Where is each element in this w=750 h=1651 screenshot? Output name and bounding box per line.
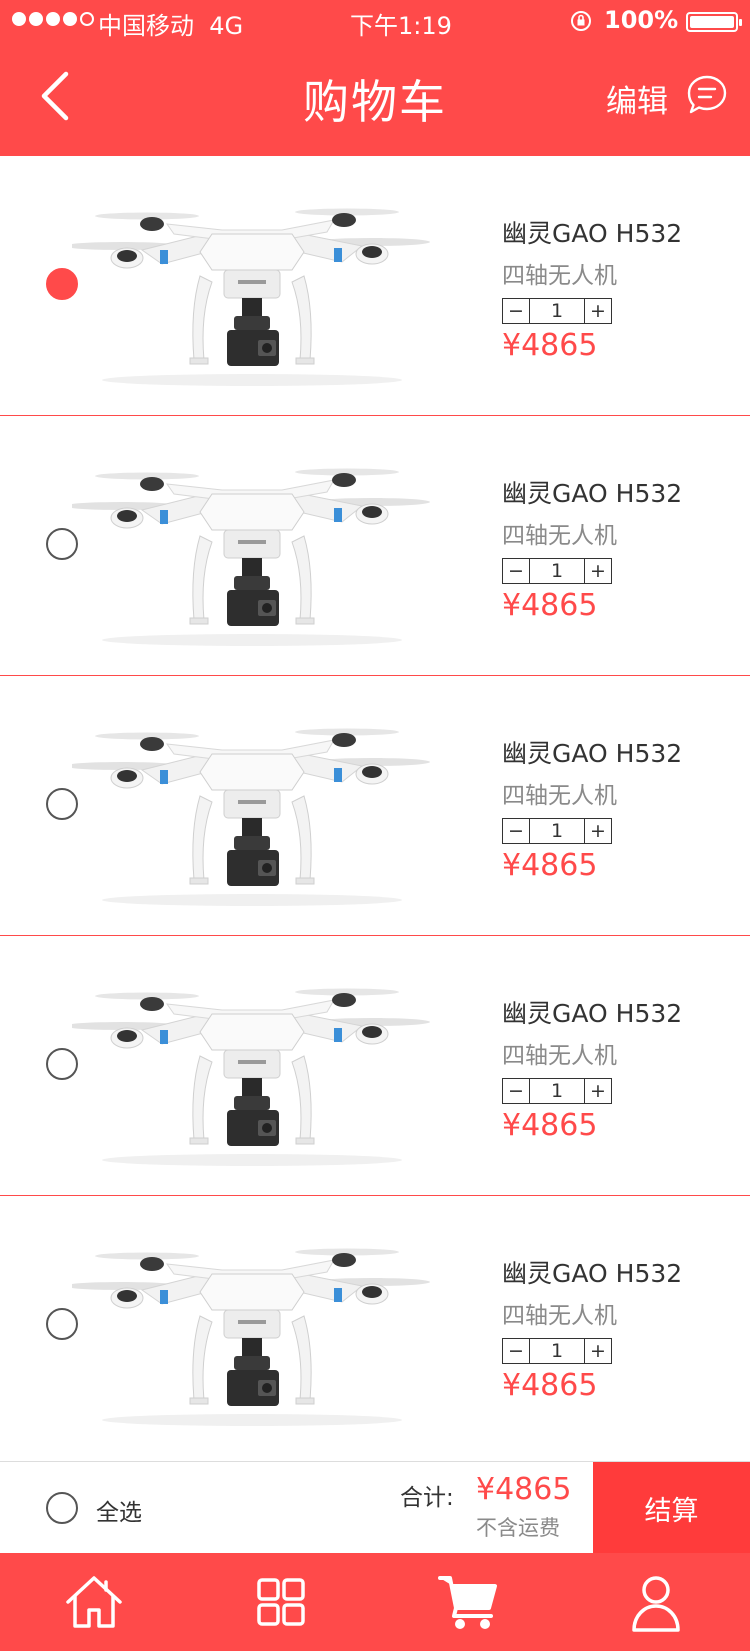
tab-home[interactable]	[0, 1553, 188, 1651]
quantity-stepper: − 1 +	[502, 818, 612, 844]
user-icon	[632, 1576, 680, 1632]
status-bar: 中国移动 4G 下午1:19 100%	[0, 0, 750, 42]
cart-item: 幽灵GAO H532 四轴无人机 − 1 + ¥4865	[0, 936, 750, 1196]
quantity-stepper: − 1 +	[502, 298, 612, 324]
cart-icon	[437, 1576, 497, 1629]
drone-image	[64, 728, 430, 906]
product-subtitle: 四轴无人机	[502, 1303, 617, 1329]
product-subtitle: 四轴无人机	[502, 1043, 617, 1069]
product-thumbnail[interactable]	[64, 190, 432, 390]
product-thumbnail[interactable]	[64, 450, 432, 650]
app-header: 中国移动 4G 下午1:19 100% 购物车 编辑	[0, 0, 750, 156]
cart-list: 幽灵GAO H532 四轴无人机 − 1 + ¥4865 幽灵GAO H532 …	[0, 156, 750, 1456]
decrease-quantity-button[interactable]: −	[503, 1339, 530, 1363]
increase-quantity-button[interactable]: +	[584, 559, 611, 583]
tab-cart[interactable]	[375, 1553, 563, 1651]
quantity-value[interactable]: 1	[530, 299, 584, 323]
select-all-checkbox[interactable]	[46, 1492, 78, 1524]
message-button[interactable]	[686, 74, 728, 116]
total-label: 合计:	[400, 1485, 454, 1511]
select-all-label: 全选	[96, 1500, 142, 1526]
cart-item: 幽灵GAO H532 四轴无人机 − 1 + ¥4865	[0, 156, 750, 416]
home-icon	[66, 1576, 122, 1628]
grid-icon	[257, 1578, 305, 1626]
product-subtitle: 四轴无人机	[502, 783, 617, 809]
product-thumbnail[interactable]	[64, 1230, 432, 1430]
product-price: ¥4865	[502, 1368, 598, 1403]
carrier-name: 中国移动 4G	[98, 12, 244, 40]
drone-image	[64, 988, 430, 1166]
shipping-note: 不含运费	[476, 1516, 560, 1540]
tab-category[interactable]	[188, 1553, 376, 1651]
product-price: ¥4865	[502, 1108, 598, 1143]
quantity-value[interactable]: 1	[530, 1079, 584, 1103]
signal-strength-icon	[12, 12, 94, 26]
product-subtitle: 四轴无人机	[502, 263, 617, 289]
status-time: 下午1:19	[350, 12, 452, 40]
battery-icon	[686, 12, 742, 32]
rotation-lock-icon	[571, 11, 591, 31]
increase-quantity-button[interactable]: +	[584, 1079, 611, 1103]
checkout-button[interactable]: 结算	[593, 1462, 750, 1554]
product-name[interactable]: 幽灵GAO H532	[502, 474, 682, 510]
quantity-stepper: − 1 +	[502, 1078, 612, 1104]
increase-quantity-button[interactable]: +	[584, 819, 611, 843]
tab-profile[interactable]	[563, 1553, 750, 1651]
decrease-quantity-button[interactable]: −	[503, 299, 530, 323]
product-name[interactable]: 幽灵GAO H532	[502, 214, 682, 250]
quantity-stepper: − 1 +	[502, 558, 612, 584]
edit-button[interactable]: 编辑	[606, 76, 668, 121]
product-price: ¥4865	[502, 848, 598, 883]
increase-quantity-button[interactable]: +	[584, 1339, 611, 1363]
chat-bubble-icon	[687, 75, 727, 114]
product-name[interactable]: 幽灵GAO H532	[502, 1254, 682, 1290]
quantity-value[interactable]: 1	[530, 559, 584, 583]
cart-item: 幽灵GAO H532 四轴无人机 − 1 + ¥4865	[0, 1196, 750, 1456]
drone-image	[64, 468, 430, 646]
quantity-value[interactable]: 1	[530, 819, 584, 843]
product-thumbnail[interactable]	[64, 710, 432, 910]
cart-summary-bar: 全选 合计: ¥4865 不含运费 结算	[0, 1461, 750, 1554]
battery-percent: 100%	[604, 6, 679, 34]
product-price: ¥4865	[502, 328, 598, 363]
drone-image	[64, 1248, 430, 1426]
decrease-quantity-button[interactable]: −	[503, 1079, 530, 1103]
decrease-quantity-button[interactable]: −	[503, 819, 530, 843]
total-price: ¥4865	[476, 1472, 572, 1507]
product-name[interactable]: 幽灵GAO H532	[502, 734, 682, 770]
network-type: 4G	[209, 12, 244, 40]
drone-image	[64, 208, 430, 386]
product-thumbnail[interactable]	[64, 970, 432, 1170]
quantity-value[interactable]: 1	[530, 1339, 584, 1363]
bottom-tab-bar	[0, 1553, 750, 1651]
decrease-quantity-button[interactable]: −	[503, 559, 530, 583]
product-name[interactable]: 幽灵GAO H532	[502, 994, 682, 1030]
increase-quantity-button[interactable]: +	[584, 299, 611, 323]
cart-item: 幽灵GAO H532 四轴无人机 − 1 + ¥4865	[0, 676, 750, 936]
product-price: ¥4865	[502, 588, 598, 623]
quantity-stepper: − 1 +	[502, 1338, 612, 1364]
cart-item: 幽灵GAO H532 四轴无人机 − 1 + ¥4865	[0, 416, 750, 676]
product-subtitle: 四轴无人机	[502, 523, 617, 549]
